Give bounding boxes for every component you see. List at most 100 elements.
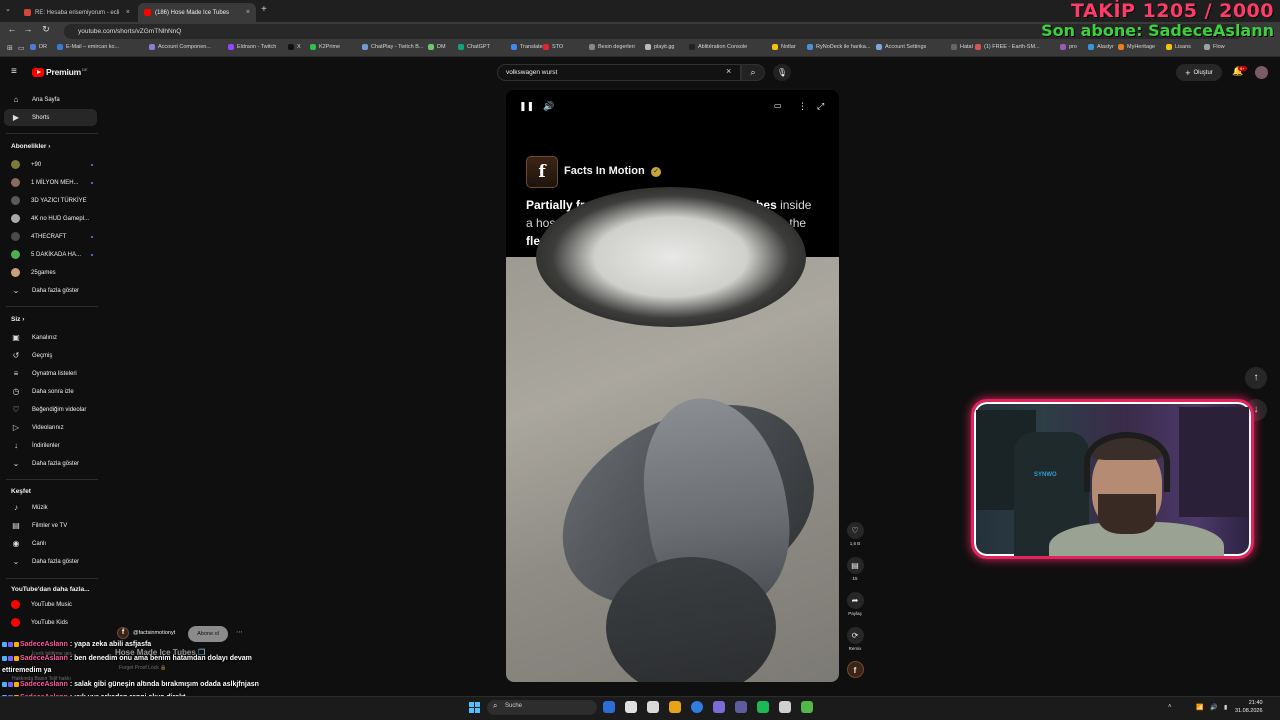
bookmark-item[interactable]: Lisans: [1166, 44, 1191, 50]
windows-start-icon[interactable]: [469, 702, 480, 713]
search-input[interactable]: volkswagen wurst: [497, 64, 741, 81]
forward-button[interactable]: →: [22, 24, 34, 34]
channel-avatar-button[interactable]: f: [845, 661, 865, 678]
bookmark-item[interactable]: ChatGPT: [458, 44, 490, 50]
chevron-up-icon[interactable]: ˄: [1168, 704, 1172, 710]
volume-tray-icon[interactable]: 🔊: [1210, 704, 1217, 711]
task-view-icon[interactable]: [603, 701, 615, 713]
sidebar-item-channel[interactable]: 1 MİLYON MEH...: [4, 174, 97, 191]
sidebar-item-you[interactable]: ⌄ Daha fazla göster: [4, 455, 97, 472]
bookmark-item[interactable]: E-Mail – emircan ko...: [57, 44, 119, 50]
pause-icon[interactable]: ❚❚: [519, 101, 534, 112]
subscriptions-heading[interactable]: Abonelikler ›: [11, 143, 50, 150]
reload-button[interactable]: ↻: [40, 24, 52, 35]
xbox-icon[interactable]: [801, 701, 813, 713]
sidebar-item-shorts[interactable]: ▶ Shorts: [4, 109, 97, 126]
short-channel-row[interactable]: f @factsinmotionyt: [117, 627, 175, 639]
sidebar-item-explore[interactable]: ◉ Canlı: [4, 535, 97, 552]
bookmark-item[interactable]: STO: [543, 44, 563, 50]
create-button[interactable]: + Oluştur: [1176, 64, 1222, 81]
more-options-icon[interactable]: ⋮: [798, 101, 807, 112]
like-button[interactable]: ♡ 1,6 B: [845, 522, 865, 546]
sidebar-item-youtube-app[interactable]: YouTube Kids: [4, 614, 97, 631]
voice-search-button[interactable]: 🎙: [773, 64, 791, 81]
shorts-player[interactable]: ❚❚ 🔊 ▭ ⋮ ⤢ f Facts In Motion ✓ Partially…: [506, 90, 839, 682]
sidebar-item-explore[interactable]: ♪ Müzik: [4, 499, 97, 516]
subscribe-button[interactable]: Abone ol: [188, 626, 228, 642]
bookmark-item[interactable]: playit.gg: [645, 44, 675, 50]
sidebar-item-explore[interactable]: ▤ Filmler ve TV: [4, 517, 97, 534]
apps-grid-icon[interactable]: ⊞: [7, 44, 13, 52]
close-icon[interactable]: ×: [246, 9, 250, 16]
sidebar-item-you[interactable]: ▷ Videolarınız: [4, 419, 97, 436]
fullscreen-icon[interactable]: ⤢: [817, 101, 824, 112]
bookmark-item[interactable]: Besin degerleri: [589, 44, 635, 50]
discord-icon[interactable]: [713, 701, 725, 713]
volume-icon[interactable]: 🔊: [543, 101, 554, 112]
bookmark-item[interactable]: Notlar: [772, 44, 796, 50]
battery-icon[interactable]: ▮: [1224, 704, 1227, 711]
tab-list-button[interactable]: ⌄: [5, 5, 11, 13]
tab-youtube[interactable]: (186) Hose Made Ice Tubes ×: [138, 3, 256, 22]
sidebar-item-channel[interactable]: 5 DAKİKADA HA...: [4, 246, 97, 263]
sidebar-item-home[interactable]: ⌂ Ana Sayfa: [4, 91, 97, 108]
comments-button[interactable]: ▤ 15: [845, 557, 865, 581]
sidebar-item-you[interactable]: ◷ Daha sonra izle: [4, 383, 97, 400]
sidebar-item-you[interactable]: ♡ Beğendiğim videolar: [4, 401, 97, 418]
sidebar-item-channel[interactable]: 4K no HUD Gamepl...: [4, 210, 97, 227]
bookmark-item[interactable]: Account Componen...: [149, 44, 211, 50]
back-button[interactable]: ←: [6, 24, 18, 34]
sidebar-item-explore[interactable]: ⌄ Daha fazla göster: [4, 553, 97, 570]
sidebar-item-channel[interactable]: 4THECRAFT: [4, 228, 97, 245]
menu-icon[interactable]: ≡: [11, 66, 17, 77]
sidebar-item-youtube-app[interactable]: YouTube Music: [4, 596, 97, 613]
remix-button[interactable]: ⟳ Remix: [845, 627, 865, 651]
bookmark-item[interactable]: Eldraon - Twitch: [228, 44, 276, 50]
bookmark-item[interactable]: Flow: [1204, 44, 1225, 50]
sidebar-item-show-more[interactable]: ⌄ Daha fazla göster: [4, 282, 97, 299]
clear-search-icon[interactable]: ×: [726, 66, 731, 76]
clock[interactable]: 21:40 31.08.2026: [1235, 699, 1263, 715]
terminal-icon[interactable]: [779, 701, 791, 713]
sidebar-item-you[interactable]: ↓ İndirilenler: [4, 437, 97, 454]
share-button[interactable]: ➦ Paylaş: [845, 592, 865, 616]
search-button[interactable]: ⌕: [741, 64, 765, 81]
chrome-icon[interactable]: [691, 701, 703, 713]
widgets-icon[interactable]: [647, 701, 659, 713]
bookmark-item[interactable]: Alastyr: [1088, 44, 1114, 50]
bookmark-item[interactable]: K2Prime: [310, 44, 340, 50]
you-heading[interactable]: Siz ›: [11, 316, 24, 323]
sidebar-item-channel[interactable]: 3D YAZICI TÜRKİYE: [4, 192, 97, 209]
spotify-icon[interactable]: [757, 701, 769, 713]
bookmark-item[interactable]: DR: [30, 44, 47, 50]
taskbar-search[interactable]: Suche: [487, 700, 597, 715]
file-explorer-icon[interactable]: [625, 701, 637, 713]
avatar[interactable]: [1255, 66, 1268, 79]
bookmark-item[interactable]: Ablitération Console: [689, 44, 747, 50]
bookmark-item[interactable]: Translate: [511, 44, 543, 50]
folder-icon[interactable]: [669, 701, 681, 713]
bookmark-item[interactable]: (1) FREE - Earth-SM...: [975, 44, 1040, 50]
sidebar-item-you[interactable]: ≡ Oynatma listeleri: [4, 365, 97, 382]
new-tab-button[interactable]: +: [261, 4, 267, 15]
bookmark-item[interactable]: DM: [428, 44, 446, 50]
sidebar-item-channel[interactable]: +90: [4, 156, 97, 173]
bookmark-item[interactable]: MyHeritage: [1118, 44, 1155, 50]
tab-email[interactable]: RE: Hesaba erisemiyorum - ecli ×: [18, 3, 136, 22]
sidebar-item-channel[interactable]: 25games: [4, 264, 97, 281]
bookmark-item[interactable]: ChatPlay - Twitch B...: [362, 44, 423, 50]
close-icon[interactable]: ×: [126, 9, 130, 16]
bookmark-item[interactable]: X: [288, 44, 301, 50]
bookmark-folder-icon[interactable]: ▭: [18, 44, 25, 52]
bookmark-item[interactable]: pro: [1060, 44, 1077, 50]
bookmark-item[interactable]: Account Settings: [876, 44, 926, 50]
bookmark-item[interactable]: Hatal: [951, 44, 973, 50]
captions-icon[interactable]: ▭: [774, 101, 782, 110]
network-icon[interactable]: 📶: [1196, 704, 1203, 711]
previous-short-button[interactable]: ↑: [1245, 367, 1267, 389]
steam-icon[interactable]: [735, 701, 747, 713]
bookmark-item[interactable]: RyNoDeck ile harika...: [807, 44, 870, 50]
sidebar-item-you[interactable]: ↺ Geçmiş: [4, 347, 97, 364]
sidebar-item-you[interactable]: ▣ Kanalınız: [4, 329, 97, 346]
more-menu-icon[interactable]: ⋯: [236, 628, 243, 636]
